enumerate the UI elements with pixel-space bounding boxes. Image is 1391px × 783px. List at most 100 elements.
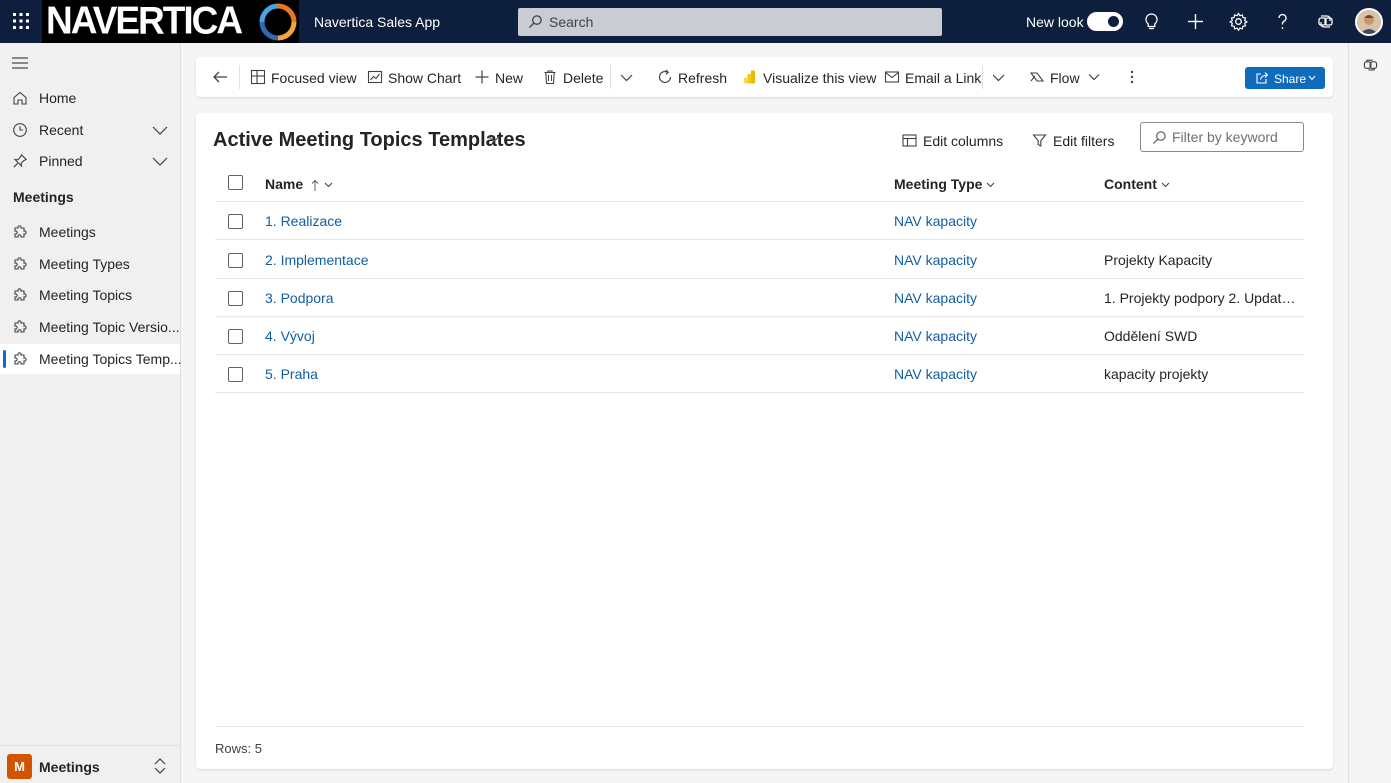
search-icon xyxy=(528,15,542,29)
table-row[interactable]: 2. Implementace NAV kapacity Projekty Ka… xyxy=(215,241,1304,279)
share-label: Share xyxy=(1274,72,1307,86)
new-button[interactable]: New xyxy=(474,57,524,97)
focused-view-icon xyxy=(250,69,266,85)
email-link-label: Email a Link xyxy=(905,70,982,86)
edit-filters-button[interactable]: Edit filters xyxy=(1032,131,1114,153)
refresh-button[interactable]: Refresh xyxy=(657,57,727,97)
search-icon xyxy=(1152,131,1166,145)
chevron-down-icon[interactable] xyxy=(152,155,168,167)
table-row[interactable]: 4. Vývoj NAV kapacity Oddělení SWD xyxy=(215,317,1304,355)
flow-button[interactable]: Flow xyxy=(1029,57,1119,97)
puzzle-icon xyxy=(14,352,27,365)
lightbulb-icon[interactable] xyxy=(1141,11,1162,32)
chevron-up-down-icon xyxy=(154,758,166,774)
sidebar-item-recent[interactable]: Recent xyxy=(0,115,180,145)
help-icon[interactable] xyxy=(1272,11,1293,32)
command-bar: Focused view Show Chart New Delete Refre… xyxy=(196,57,1333,97)
sidebar-item-meeting-topics[interactable]: Meeting Topics xyxy=(0,280,180,310)
column-header-meeting-type[interactable]: Meeting Type xyxy=(894,176,995,192)
focused-view-button[interactable]: Focused view xyxy=(250,57,357,97)
share-icon xyxy=(1256,72,1269,84)
chart-icon xyxy=(367,70,383,84)
row-meeting-type-link[interactable]: NAV kapacity xyxy=(894,328,977,344)
user-avatar[interactable] xyxy=(1355,8,1383,36)
row-name-link[interactable]: 1. Realizace xyxy=(265,213,342,229)
row-meeting-type-link[interactable]: NAV kapacity xyxy=(894,213,977,229)
email-link-button[interactable]: Email a Link xyxy=(884,57,981,97)
navertica-logo[interactable]: NAVERTICA xyxy=(42,0,299,43)
sidebar-item-pinned[interactable]: Pinned xyxy=(0,146,180,176)
row-checkbox[interactable] xyxy=(228,329,243,344)
view-selector-chevron-icon[interactable] xyxy=(488,134,500,144)
sidebar-item-meeting-topics-templates[interactable]: Meeting Topics Temp... xyxy=(0,344,182,374)
email-link-icon xyxy=(884,71,900,83)
row-content: kapacity projekty xyxy=(1104,366,1209,382)
trash-icon xyxy=(544,70,556,85)
row-checkbox[interactable] xyxy=(228,367,243,382)
gear-icon[interactable] xyxy=(1228,11,1249,32)
edit-columns-button[interactable]: Edit columns xyxy=(902,131,1004,153)
rows-count: Rows: 5 xyxy=(215,741,262,756)
row-name-link[interactable]: 3. Podpora xyxy=(265,290,334,306)
grid-footer-divider xyxy=(215,726,1304,727)
column-header-label: Name xyxy=(265,176,304,192)
new-look-toggle[interactable] xyxy=(1087,12,1123,31)
sitemap-sidebar: Home Recent Pinned Meetings Meetings Mee xyxy=(0,43,182,783)
area-switcher[interactable]: M Meetings xyxy=(0,745,180,783)
column-header-label: Content xyxy=(1104,176,1157,192)
select-all-checkbox[interactable] xyxy=(228,175,243,190)
chevron-down-icon xyxy=(324,182,333,188)
column-header-name[interactable]: Name xyxy=(265,176,333,192)
user-photo-icon xyxy=(1357,10,1381,34)
row-meeting-type-link[interactable]: NAV kapacity xyxy=(894,290,977,306)
focused-view-label: Focused view xyxy=(271,70,357,86)
area-badge: M xyxy=(7,754,32,779)
column-header-content[interactable]: Content xyxy=(1104,176,1170,192)
puzzle-icon xyxy=(14,288,27,301)
app-name[interactable]: Navertica Sales App xyxy=(314,14,440,30)
edit-filters-label: Edit filters xyxy=(1053,133,1115,149)
divider xyxy=(982,65,983,89)
copilot-icon[interactable] xyxy=(1362,57,1379,74)
row-meeting-type-link[interactable]: NAV kapacity xyxy=(894,366,977,382)
row-meeting-type-link[interactable]: NAV kapacity xyxy=(894,252,977,268)
delete-button[interactable]: Delete xyxy=(542,57,603,97)
power-bi-icon xyxy=(744,70,755,84)
copilot-icon[interactable] xyxy=(1315,11,1336,32)
keyword-filter-input[interactable] xyxy=(1172,128,1297,146)
view-title[interactable]: Active Meeting Topics Templates xyxy=(213,129,526,152)
table-row[interactable]: 5. Praha NAV kapacity kapacity projekty xyxy=(215,355,1304,393)
hamburger-menu-icon[interactable] xyxy=(11,56,29,70)
row-checkbox[interactable] xyxy=(228,214,243,229)
row-name-link[interactable]: 4. Vývoj xyxy=(265,328,315,344)
chevron-down-icon[interactable] xyxy=(620,73,633,82)
visualize-view-button[interactable]: Visualize this view xyxy=(742,57,876,97)
row-checkbox[interactable] xyxy=(228,253,243,268)
flow-icon xyxy=(1029,72,1045,82)
app-launcher-icon[interactable] xyxy=(12,12,30,30)
more-options-icon[interactable] xyxy=(1129,69,1135,85)
plus-icon[interactable] xyxy=(1185,11,1206,32)
keyword-filter-field[interactable] xyxy=(1140,122,1304,152)
row-name-link[interactable]: 2. Implementace xyxy=(265,252,369,268)
row-checkbox[interactable] xyxy=(228,291,243,306)
sidebar-item-label: Meeting Types xyxy=(39,256,130,272)
chevron-down-icon xyxy=(1161,182,1170,188)
sidebar-item-label: Meeting Topic Versio... xyxy=(39,319,180,335)
table-row[interactable]: 1. Realizace NAV kapacity xyxy=(215,202,1304,240)
sidebar-item-label: Recent xyxy=(39,122,84,138)
sidebar-item-home[interactable]: Home xyxy=(0,83,180,113)
share-button[interactable]: Share xyxy=(1245,67,1325,89)
sidebar-item-meeting-topic-versions[interactable]: Meeting Topic Versio... xyxy=(0,312,180,342)
chevron-down-icon[interactable] xyxy=(992,73,1005,82)
sidebar-item-meeting-types[interactable]: Meeting Types xyxy=(0,249,180,279)
table-row[interactable]: 3. Podpora NAV kapacity 1. Projekty podp… xyxy=(215,279,1304,317)
global-search[interactable]: Search xyxy=(518,8,942,36)
row-name-link[interactable]: 5. Praha xyxy=(265,366,318,382)
chevron-down-icon[interactable] xyxy=(152,124,168,136)
visualize-view-label: Visualize this view xyxy=(763,70,877,86)
show-chart-button[interactable]: Show Chart xyxy=(367,57,461,97)
sidebar-item-meetings[interactable]: Meetings xyxy=(0,217,180,247)
back-arrow-icon[interactable] xyxy=(212,69,228,85)
show-chart-label: Show Chart xyxy=(388,70,462,86)
